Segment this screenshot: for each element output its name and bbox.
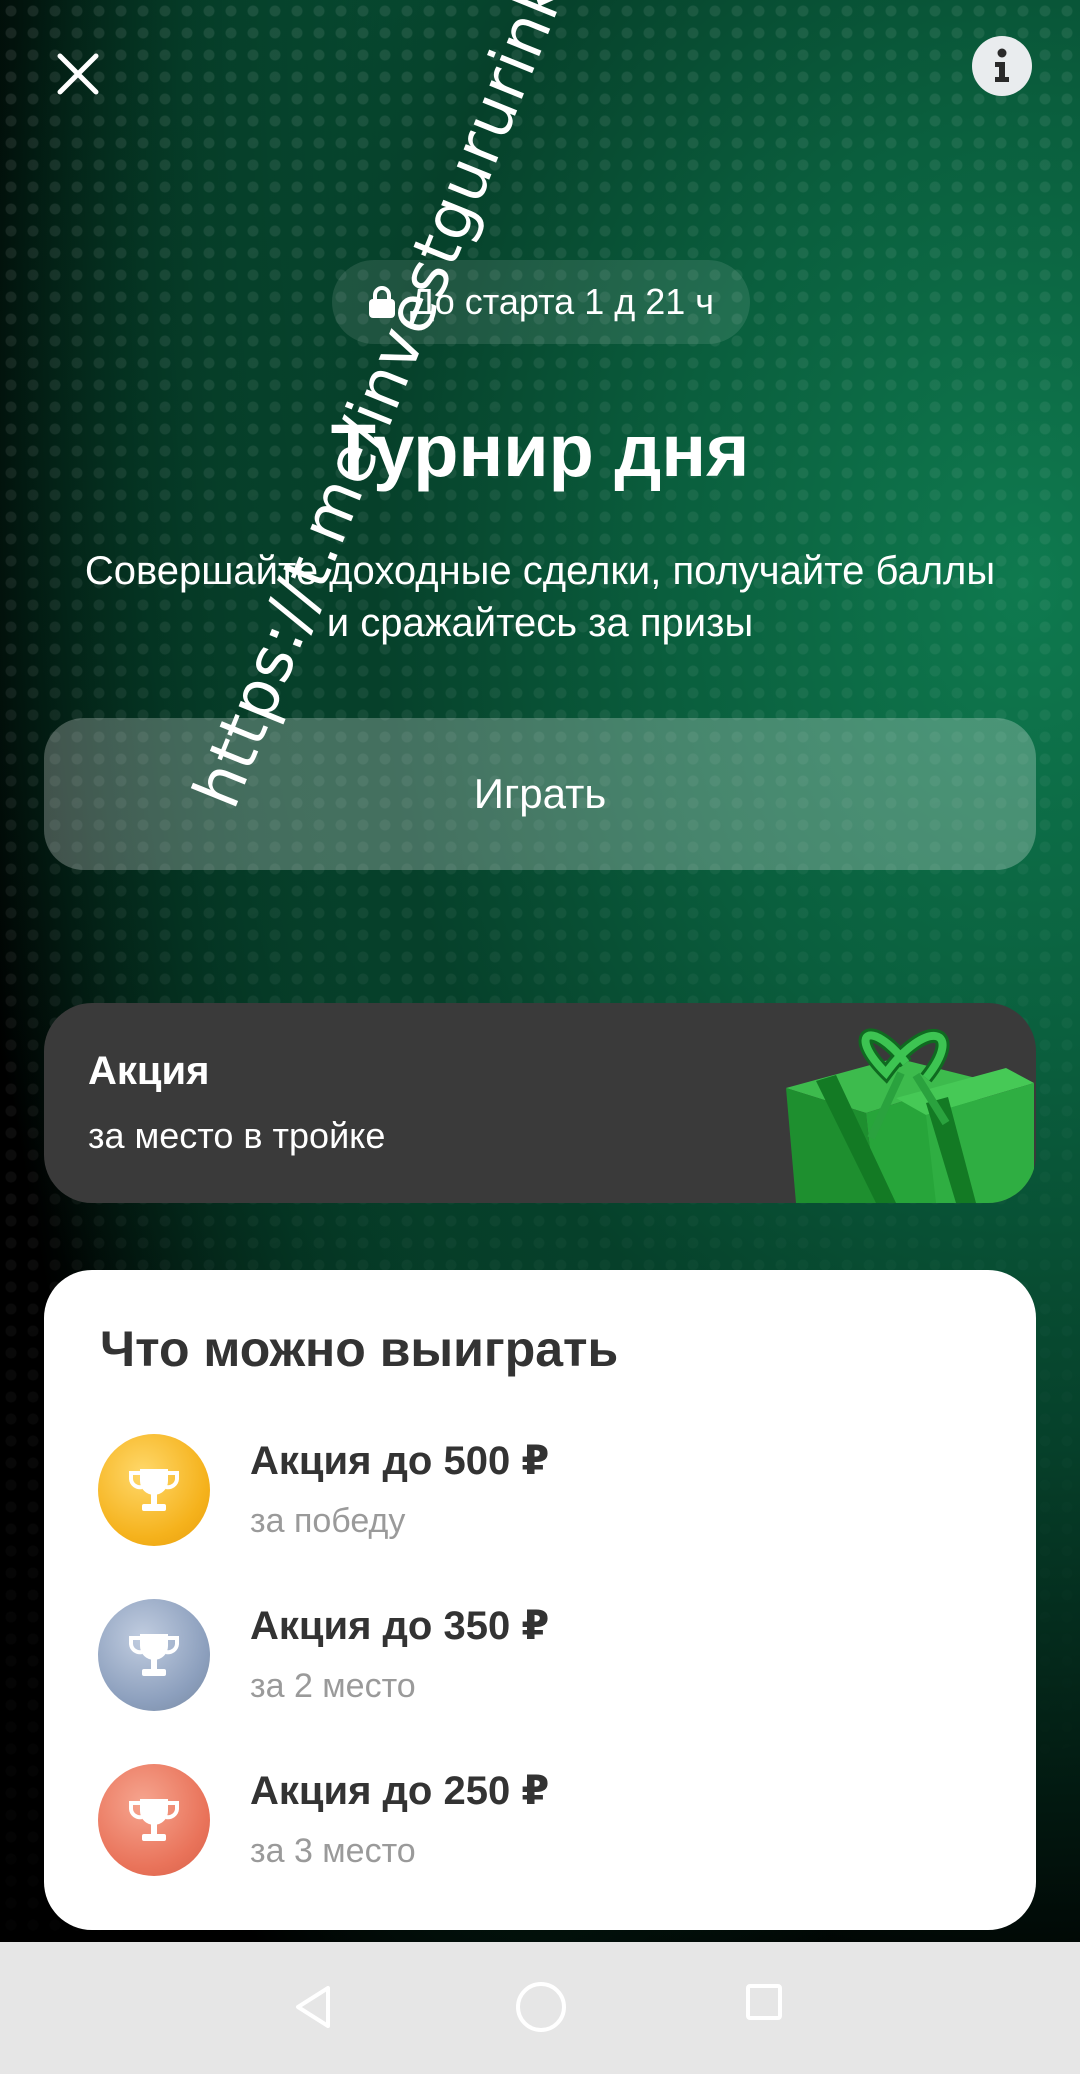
prize-name: Акция до 250 ₽ (250, 1769, 550, 1813)
prize-row-third: Акция до 250 ₽ за 3 место (98, 1764, 998, 1884)
prize-row-second: Акция до 350 ₽ за 2 место (98, 1599, 998, 1719)
close-icon (57, 53, 99, 95)
prizes-title: Что можно выиграть (100, 1321, 619, 1377)
trophy-icon (129, 1469, 179, 1511)
trophy-icon (129, 1799, 179, 1841)
info-icon (995, 48, 1009, 82)
page-description: Совершайте доходные сделки, получайте ба… (84, 549, 996, 645)
prizes-sheet: Что можно выиграть Акция до 500 ₽ за поб… (44, 1270, 1036, 1930)
page-title: Турнир дня (330, 409, 750, 492)
start-timer-label: До старта 1 д 21 ч (409, 281, 715, 322)
lock-icon (368, 286, 395, 318)
prize-name: Акция до 350 ₽ (250, 1604, 550, 1648)
system-navigation-bar (0, 1942, 1080, 2074)
recent-square-icon[interactable] (746, 1984, 782, 2020)
promo-card[interactable]: Акция за место в тройке (44, 1003, 1036, 1203)
home-circle-icon[interactable] (514, 1980, 568, 2034)
play-button[interactable]: Играть (44, 718, 1036, 870)
start-timer-badge: До старта 1 д 21 ч (332, 260, 750, 344)
close-button[interactable] (44, 40, 112, 108)
gold-medal (98, 1434, 210, 1546)
trophy-icon (129, 1634, 179, 1676)
gift-icon (786, 1028, 1034, 1203)
prize-name: Акция до 500 ₽ (250, 1439, 550, 1483)
promo-title: Акция (88, 1049, 210, 1093)
prize-condition: за 3 место (250, 1832, 416, 1870)
info-button[interactable] (972, 36, 1032, 96)
promo-subtitle: за место в тройке (88, 1115, 386, 1156)
prize-condition: за 2 место (250, 1667, 416, 1705)
bronze-medal (98, 1764, 210, 1876)
silver-medal (98, 1599, 210, 1711)
back-triangle-icon[interactable] (290, 1982, 340, 2032)
prize-condition: за победу (250, 1502, 406, 1540)
tournament-screen: До старта 1 д 21 ч Турнир дня Совершайте… (0, 0, 1080, 1942)
prize-row-first: Акция до 500 ₽ за победу (98, 1434, 998, 1554)
